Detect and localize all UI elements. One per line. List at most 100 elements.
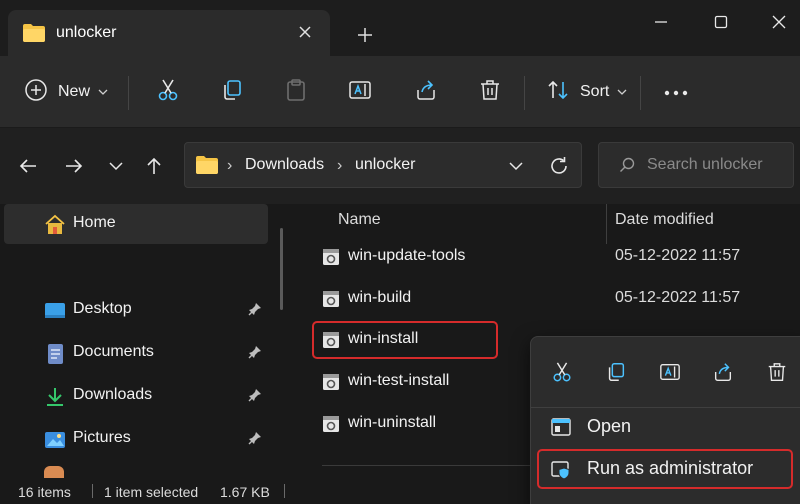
refresh-icon[interactable] (545, 152, 573, 180)
pin-icon[interactable] (248, 431, 262, 450)
sidebar-item-label: Home (73, 214, 116, 231)
sidebar-item-pictures[interactable]: Pictures (4, 419, 268, 459)
file-name: win-test-install (348, 372, 450, 389)
plus-circle-icon (24, 78, 48, 107)
delete-button[interactable] (476, 74, 504, 110)
cut-icon[interactable] (547, 357, 577, 387)
music-icon (44, 466, 64, 478)
breadcrumb-unlocker[interactable]: unlocker (355, 156, 415, 174)
documents-icon (44, 343, 66, 365)
column-divider[interactable] (606, 204, 607, 244)
column-header-name[interactable]: Name (338, 211, 381, 229)
file-name: win-build (348, 289, 412, 306)
tab-title: unlocker (56, 24, 117, 41)
command-bar: New Sort (0, 56, 800, 128)
sidebar-item-home[interactable]: Home (4, 204, 268, 244)
pin-icon[interactable] (248, 345, 262, 364)
share-icon[interactable] (708, 357, 738, 387)
list-divider (322, 465, 552, 466)
more-options-button[interactable] (662, 74, 690, 110)
folder-icon (22, 23, 46, 48)
pin-icon[interactable] (248, 388, 262, 407)
breadcrumb-chevron-icon: › (337, 157, 343, 174)
downloads-icon (44, 386, 66, 408)
status-selected: 1 item selected (104, 484, 199, 500)
search-box (598, 142, 794, 188)
toolbar-divider (128, 76, 129, 110)
minimize-icon[interactable] (638, 6, 684, 38)
trash-icon (478, 78, 502, 107)
title-bar: unlocker (0, 0, 800, 56)
chevron-down-icon (617, 83, 627, 101)
sort-arrows-icon (546, 78, 570, 107)
rename-icon (348, 78, 372, 107)
paste-icon (284, 78, 308, 107)
toolbar-divider (640, 76, 641, 110)
navigation-pane: Home Desktop Documents Downloads Picture… (0, 204, 296, 478)
status-divider (92, 484, 93, 498)
more-dots-icon (664, 83, 688, 101)
close-window-icon[interactable] (756, 6, 800, 38)
desktop-icon (44, 300, 66, 322)
search-input[interactable] (647, 151, 787, 179)
selection-highlight (312, 321, 498, 359)
share-icon (414, 78, 438, 107)
recent-locations-icon[interactable] (100, 150, 132, 182)
status-items-count: 16 items (18, 484, 71, 500)
file-name: win-update-tools (348, 247, 466, 264)
rename-button[interactable] (346, 74, 374, 110)
breadcrumb-downloads[interactable]: Downloads (245, 156, 324, 174)
open-window-icon (551, 418, 571, 441)
sort-button[interactable]: Sort (546, 74, 627, 110)
sidebar-item-desktop[interactable]: Desktop (4, 290, 268, 330)
copy-button[interactable] (218, 74, 246, 110)
context-menu-divider (531, 407, 800, 408)
sidebar-item-documents[interactable]: Documents (4, 333, 268, 373)
sidebar-item-label: Downloads (73, 386, 153, 403)
tab-unlocker[interactable]: unlocker (8, 10, 330, 56)
sidebar-item-downloads[interactable]: Downloads (4, 376, 268, 416)
table-row[interactable]: win-update-tools 05-12-2022 11:57 (312, 239, 800, 275)
folder-icon (195, 155, 219, 180)
share-button[interactable] (412, 74, 440, 110)
copy-icon[interactable] (601, 357, 631, 387)
chevron-down-icon (98, 83, 108, 101)
column-header-date-modified[interactable]: Date modified (615, 211, 714, 229)
table-row[interactable]: win-build 05-12-2022 11:57 (312, 281, 800, 317)
menu-item-highlight (537, 449, 793, 489)
sidebar-scrollbar[interactable] (280, 228, 283, 310)
rename-icon[interactable] (655, 357, 685, 387)
cut-button[interactable] (154, 74, 182, 110)
file-date: 05-12-2022 11:57 (615, 289, 741, 306)
toolbar-divider (524, 76, 525, 110)
menu-item-label: Open (587, 416, 632, 436)
paste-button[interactable] (282, 74, 310, 110)
batch-file-icon (322, 373, 340, 396)
navigation-bar: › Downloads › unlocker (0, 128, 800, 204)
sidebar-item-label: Documents (73, 343, 154, 360)
menu-item-open[interactable]: Open (537, 409, 795, 445)
search-icon (619, 157, 635, 178)
pin-icon[interactable] (248, 302, 262, 321)
home-icon (44, 214, 66, 236)
context-menu: Open Run as administrator (530, 336, 800, 504)
sidebar-item-label: Pictures (73, 429, 131, 446)
sidebar-item-label: Desktop (73, 300, 132, 317)
status-divider (284, 484, 285, 498)
address-bar[interactable]: › Downloads › unlocker (184, 142, 582, 188)
forward-arrow-icon[interactable] (58, 150, 90, 182)
batch-file-icon (322, 415, 340, 438)
batch-file-icon (322, 248, 340, 271)
breadcrumb-chevron-icon: › (227, 157, 233, 174)
address-history-icon[interactable] (503, 153, 529, 179)
new-tab-icon[interactable] (350, 20, 380, 50)
file-name: win-uninstall (348, 414, 437, 431)
back-arrow-icon[interactable] (12, 150, 44, 182)
up-arrow-icon[interactable] (138, 150, 170, 182)
maximize-icon[interactable] (698, 6, 744, 38)
status-size: 1.67 KB (220, 484, 270, 500)
new-label: New (58, 83, 91, 100)
close-tab-icon[interactable] (292, 19, 318, 45)
trash-icon[interactable] (762, 357, 792, 387)
new-button[interactable]: New (24, 74, 108, 110)
